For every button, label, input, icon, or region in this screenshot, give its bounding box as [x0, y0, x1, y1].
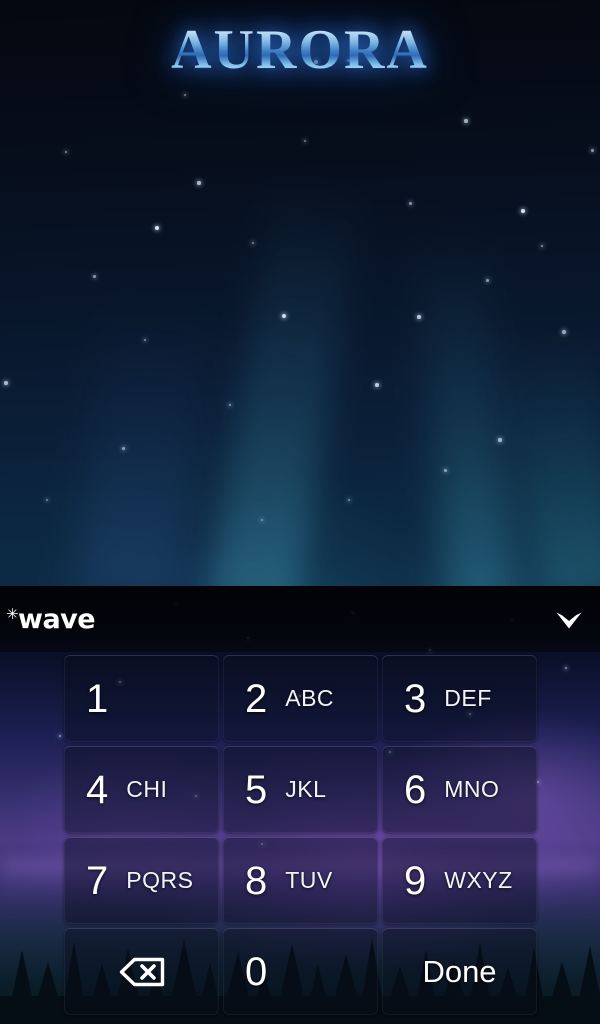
- star: [540, 244, 544, 248]
- star: [228, 403, 232, 407]
- key-3[interactable]: 3 DEF: [382, 655, 537, 742]
- key-number: 7: [86, 858, 109, 903]
- star: [197, 181, 201, 185]
- key-letters: TUV: [285, 867, 333, 893]
- key-number: 2: [245, 676, 268, 721]
- star: [590, 148, 594, 152]
- key-5[interactable]: 5 JKL: [223, 746, 378, 833]
- star: [443, 468, 447, 472]
- lockscreen-root: AURORA ✳ wave 1 2 ABC 3 DEF 4 CHI 5 JKL …: [0, 0, 600, 1024]
- aurora-ribbon: [499, 324, 600, 586]
- star: [375, 383, 379, 387]
- key-letters: PQRS: [126, 867, 194, 893]
- keyboard-header: ✳ wave: [0, 586, 600, 652]
- aurora-ribbon: [413, 227, 517, 586]
- key-done-label: Done: [422, 953, 497, 989]
- wave-logo-label: wave: [18, 604, 96, 635]
- star: [121, 446, 125, 450]
- star: [408, 201, 412, 205]
- star: [4, 381, 8, 385]
- key-number: 6: [404, 767, 427, 812]
- star: [314, 60, 318, 64]
- star: [251, 241, 255, 245]
- numeric-keyboard-panel: ✳ wave 1 2 ABC 3 DEF 4 CHI 5 JKL 6 MNO 7 PQRS 8 TUV 9 WX…: [0, 586, 600, 1024]
- key-9[interactable]: 9 WXYZ: [382, 837, 537, 924]
- star: [303, 139, 307, 143]
- key-number: 8: [245, 858, 268, 903]
- star: [498, 438, 502, 442]
- numeric-keypad: 1 2 ABC 3 DEF 4 CHI 5 JKL 6 MNO 7 PQRS 8 TUV 9 WXYZ 0 Done: [64, 655, 537, 1015]
- key-6[interactable]: 6 MNO: [382, 746, 537, 833]
- key-backspace[interactable]: [64, 928, 219, 1015]
- wave-logo[interactable]: ✳ wave: [6, 604, 96, 635]
- star: [260, 518, 264, 522]
- page-title: AURORA: [171, 19, 429, 81]
- star: [143, 338, 147, 342]
- star: [92, 274, 96, 278]
- star: [520, 208, 526, 214]
- star: [536, 780, 540, 784]
- key-number: 0: [245, 949, 268, 994]
- star: [347, 498, 351, 502]
- key-number: 3: [404, 676, 427, 721]
- key-letters: ABC: [285, 685, 335, 711]
- key-letters: DEF: [444, 685, 492, 711]
- star: [564, 666, 568, 670]
- star: [45, 498, 49, 502]
- star: [464, 119, 468, 123]
- key-0[interactable]: 0: [223, 928, 378, 1015]
- star: [562, 330, 566, 334]
- star: [485, 278, 489, 282]
- key-4[interactable]: 4 CHI: [64, 746, 219, 833]
- key-8[interactable]: 8 TUV: [223, 837, 378, 924]
- star: [417, 315, 421, 319]
- star: [154, 225, 160, 231]
- app-title-container: AURORA: [0, 22, 600, 78]
- wallpaper: AURORA: [0, 0, 600, 586]
- key-number: 5: [245, 767, 268, 812]
- chevron-down-icon: [556, 612, 582, 628]
- star: [346, 58, 350, 62]
- key-done[interactable]: Done: [382, 928, 537, 1015]
- key-letters: WXYZ: [444, 867, 513, 893]
- key-7[interactable]: 7 PQRS: [64, 837, 219, 924]
- key-letters: CHI: [126, 776, 168, 802]
- sparkle-icon: ✳: [6, 605, 19, 623]
- backspace-icon: [119, 957, 165, 987]
- star: [183, 93, 187, 97]
- star: [64, 150, 68, 154]
- key-2[interactable]: 2 ABC: [223, 655, 378, 742]
- key-number: 9: [404, 858, 427, 903]
- key-letters: MNO: [444, 776, 500, 802]
- key-letters: JKL: [285, 776, 327, 802]
- key-number: 4: [86, 767, 109, 812]
- star: [281, 313, 287, 319]
- aurora-ribbon: [206, 175, 364, 586]
- key-number: 1: [86, 676, 109, 721]
- collapse-keyboard-button[interactable]: [548, 602, 590, 638]
- key-1[interactable]: 1: [64, 655, 219, 742]
- star: [58, 734, 62, 738]
